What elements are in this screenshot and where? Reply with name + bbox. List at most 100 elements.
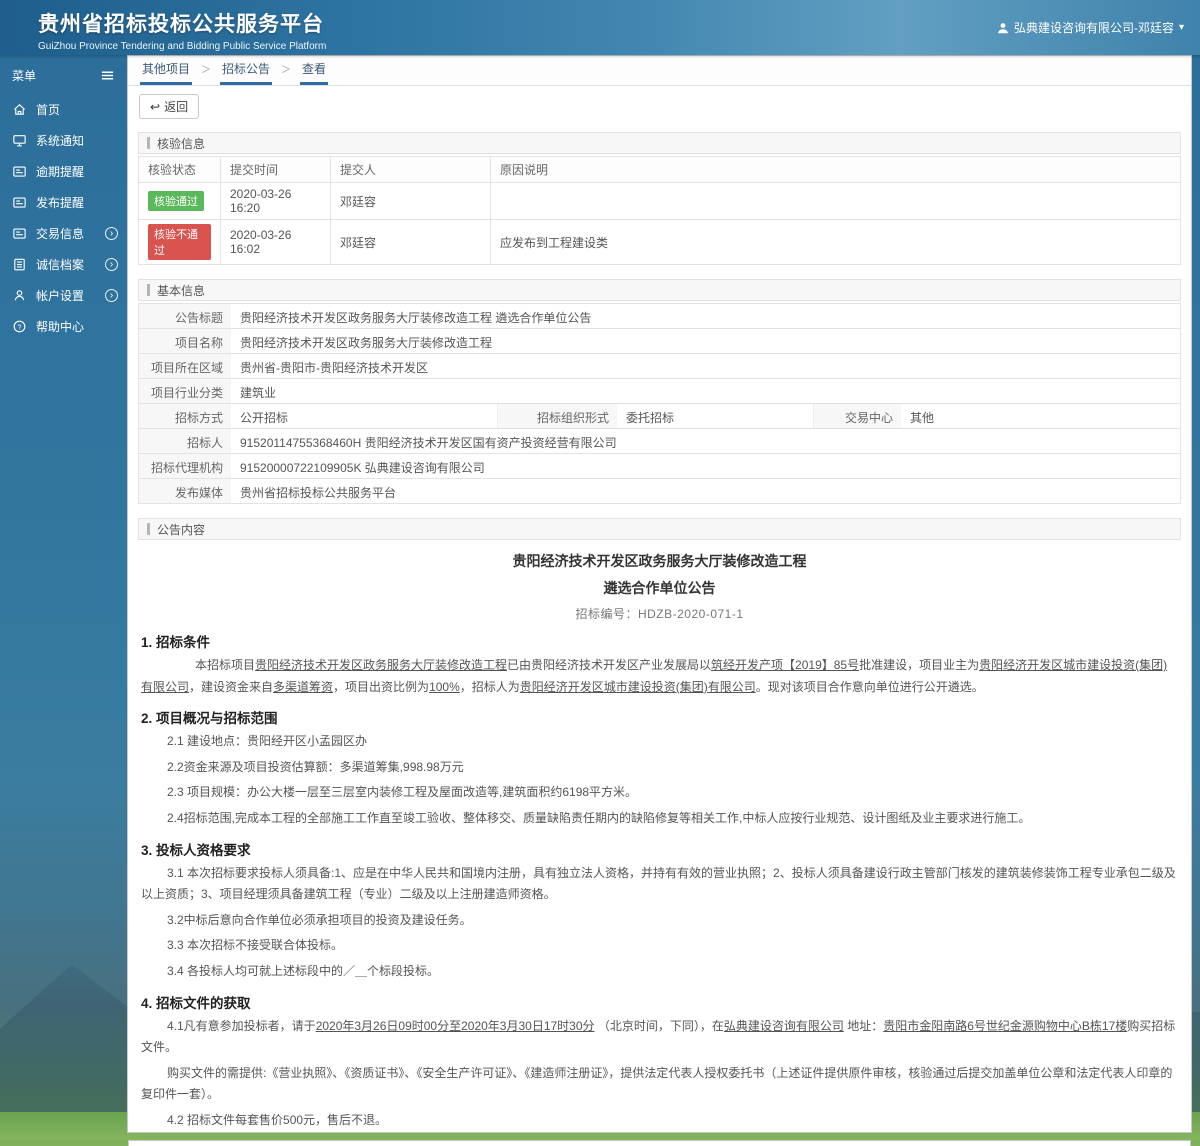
col-submitter: 提交人 <box>330 156 491 183</box>
info-value: 公开招标 <box>240 411 289 425</box>
sidebar-item-label: 发布提醒 <box>36 196 85 210</box>
brand: 贵州省招标投标公共服务平台 GuiZhou Province Tendering… <box>38 8 326 52</box>
info-row-tender-method: 招标方式 公开招标 招标组织形式 委托招标 交易中心 其他 <box>139 404 1180 429</box>
user-menu[interactable]: 弘典建设咨询有限公司-邓廷容 ▾ <box>997 19 1184 36</box>
info-row-industry: 项目行业分类 建筑业 <box>139 379 1180 404</box>
sidebar-item-label: 帮助中心 <box>36 320 85 334</box>
verification-header-row: 核验状态 提交时间 提交人 原因说明 <box>138 156 1181 183</box>
status-badge-fail: 核验不通过 <box>148 224 211 260</box>
back-button-label: 返回 <box>164 100 189 114</box>
info-label: 项目行业分类 <box>139 379 231 403</box>
section-heading-1: 1. 招标条件 <box>141 635 211 650</box>
svg-text:?: ? <box>17 322 21 331</box>
paragraph: 2.2资金来源及项目投资估算额：多渠道筹集,998.98万元 <box>167 759 464 774</box>
sidebar-nav: 首页 系统通知 逾期提醒 发布提醒 交易信息 › 诚信档案 › 帐户设置 › ?… <box>0 94 127 342</box>
info-row-announcement-title: 公告标题 贵阳经济技术开发区政务服务大厅装修改造工程 遴选合作单位公告 <box>139 304 1180 329</box>
info-value: 贵阳经济技术开发区政务服务大厅装修改造工程 <box>240 336 493 350</box>
table-row: 核验通过 2020-03-26 16:20 邓廷容 <box>138 182 1181 220</box>
app-subtitle: GuiZhou Province Tendering and Bidding P… <box>38 41 327 52</box>
info-value: 贵州省-贵阳市-贵阳经济技术开发区 <box>240 361 428 375</box>
footer-bar <box>128 1140 1191 1146</box>
section-bar-icon <box>147 137 150 149</box>
section-bar-icon <box>147 284 150 296</box>
monitor-icon <box>13 135 26 147</box>
info-value: 贵阳经济技术开发区政务服务大厅装修改造工程 遴选合作单位公告 <box>240 311 592 325</box>
section-heading-2: 2. 项目概况与招标范围 <box>141 711 278 727</box>
paragraph: 3.2中标后意向合作单位必须承担项目的投资及建设任务。 <box>167 912 472 927</box>
cell-reason <box>490 182 1181 220</box>
back-icon: ↩ <box>150 99 161 114</box>
sidebar: 菜单 首页 系统通知 逾期提醒 发布提醒 交易信息 › 诚信档案 › 帐户设置 … <box>0 55 127 342</box>
info-value: 建筑业 <box>240 386 277 400</box>
info-row-agency: 招标代理机构 91520000722109905K 弘典建设咨询有限公司 <box>139 454 1180 479</box>
breadcrumb-item-other-projects[interactable]: 其他项目 <box>140 56 193 85</box>
basic-info-table: 公告标题 贵阳经济技术开发区政务服务大厅装修改造工程 遴选合作单位公告 项目名称… <box>138 303 1181 504</box>
announcement-section-title: 公告内容 <box>138 518 1181 540</box>
list-icon <box>14 258 25 271</box>
person-icon <box>997 22 1008 33</box>
paragraph: 4.2 招标文件每套售价500元，售后不退。 <box>167 1112 388 1127</box>
col-reason: 原因说明 <box>490 156 1181 183</box>
cell-submit-time: 2020-03-26 16:20 <box>220 182 331 220</box>
document-title: 贵阳经济技术开发区政务服务大厅装修改造工程 <box>512 553 807 569</box>
sidebar-item-account-settings[interactable]: 帐户设置 › <box>0 280 127 311</box>
chevron-right-icon: › <box>105 258 118 271</box>
info-value: 91520114755368460H 贵阳经济技术开发区国有资产投资经营有限公司 <box>240 436 617 450</box>
paragraph: 2.1 建设地点：贵阳经开区小孟园区办 <box>167 734 368 749</box>
sidebar-item-integrity-archive[interactable]: 诚信档案 › <box>0 249 127 280</box>
toolbar: ↩ 返回 <box>128 86 1191 125</box>
col-status: 核验状态 <box>138 156 221 183</box>
question-icon: ? <box>13 320 26 333</box>
section-bar-icon <box>147 523 150 535</box>
verification-table: 核验状态 提交时间 提交人 原因说明 核验通过 2020-03-26 16:20… <box>138 156 1181 265</box>
info-label: 项目所在区域 <box>139 354 231 378</box>
sidebar-item-transaction-info[interactable]: 交易信息 › <box>0 218 127 249</box>
paragraph: 3.3 本次招标不接受联合体投标。 <box>167 938 344 953</box>
info-label: 招标代理机构 <box>139 454 231 478</box>
breadcrumb-separator: ＞ <box>281 65 292 76</box>
table-row: 核验不通过 2020-03-26 16:02 邓廷容 应发布到工程建设类 <box>138 219 1181 265</box>
paragraph: 3.4 各投标人均可就上述标段中的／＿个标段投标。 <box>167 963 440 978</box>
sidebar-menu-head: 菜单 <box>0 59 127 94</box>
col-submit-time: 提交时间 <box>220 156 331 183</box>
sidebar-item-publish-reminder[interactable]: 发布提醒 <box>0 187 127 218</box>
info-value: 委托招标 <box>626 411 675 425</box>
breadcrumb-separator: ＞ <box>201 65 212 76</box>
breadcrumb: 其他项目 ＞ 招标公告 ＞ 查看 <box>128 56 1191 86</box>
info-value: 贵州省招标投标公共服务平台 <box>240 486 397 500</box>
chevron-right-icon: › <box>105 227 118 240</box>
app-title: 贵州省招标投标公共服务平台 <box>38 13 324 36</box>
sidebar-item-label: 帐户设置 <box>36 289 85 303</box>
sidebar-item-system-notice[interactable]: 系统通知 <box>0 125 127 156</box>
verification-section-title: 核验信息 <box>138 132 1181 154</box>
cell-submit-time: 2020-03-26 16:02 <box>220 219 331 265</box>
breadcrumb-item-view[interactable]: 查看 <box>300 56 329 85</box>
user-name: 弘典建设咨询有限公司-邓廷容 <box>1013 21 1174 35</box>
breadcrumb-item-tender-announcement[interactable]: 招标公告 <box>220 56 273 85</box>
info-label: 招标组织形式 <box>497 404 617 428</box>
sidebar-item-overdue-reminder[interactable]: 逾期提醒 <box>0 156 127 187</box>
paragraph: 本招标项目贵阳经济技术开发区政务服务大厅装修改造工程已由贵阳经济技术开发区产业发… <box>141 658 1168 694</box>
basic-info-section: 基本信息 公告标题 贵阳经济技术开发区政务服务大厅装修改造工程 遴选合作单位公告… <box>138 279 1181 504</box>
card-icon <box>13 197 26 208</box>
back-button[interactable]: ↩ 返回 <box>139 94 200 119</box>
status-badge-pass: 核验通过 <box>148 191 204 211</box>
info-row-publish-media: 发布媒体 贵州省招标投标公共服务平台 <box>139 479 1180 504</box>
app-header: 贵州省招标投标公共服务平台 GuiZhou Province Tendering… <box>0 0 1200 55</box>
card-icon <box>13 228 26 239</box>
info-value: 其他 <box>910 411 935 425</box>
sidebar-item-label: 系统通知 <box>36 134 85 148</box>
home-icon <box>13 104 26 115</box>
sidebar-item-help-center[interactable]: ? 帮助中心 <box>0 311 127 342</box>
cell-submitter: 邓廷容 <box>330 182 491 220</box>
menu-label: 菜单 <box>12 69 37 83</box>
info-label: 招标方式 <box>139 404 231 428</box>
hamburger-icon[interactable] <box>100 68 115 83</box>
card-icon <box>13 166 26 177</box>
announcement-document: 贵阳经济技术开发区政务服务大厅装修改造工程 遴选合作单位公告 招标编号：HDZB… <box>138 540 1181 1132</box>
chevron-right-icon: › <box>105 289 118 302</box>
sidebar-item-home[interactable]: 首页 <box>0 94 127 125</box>
cell-submitter: 邓廷容 <box>330 219 491 265</box>
paragraph: 购买文件的需提供:《营业执照》、《资质证书》、《安全生产许可证》、《建造师注册证… <box>141 1065 1173 1102</box>
info-row-tenderer: 招标人 91520114755368460H 贵阳经济技术开发区国有资产投资经营… <box>139 429 1180 454</box>
